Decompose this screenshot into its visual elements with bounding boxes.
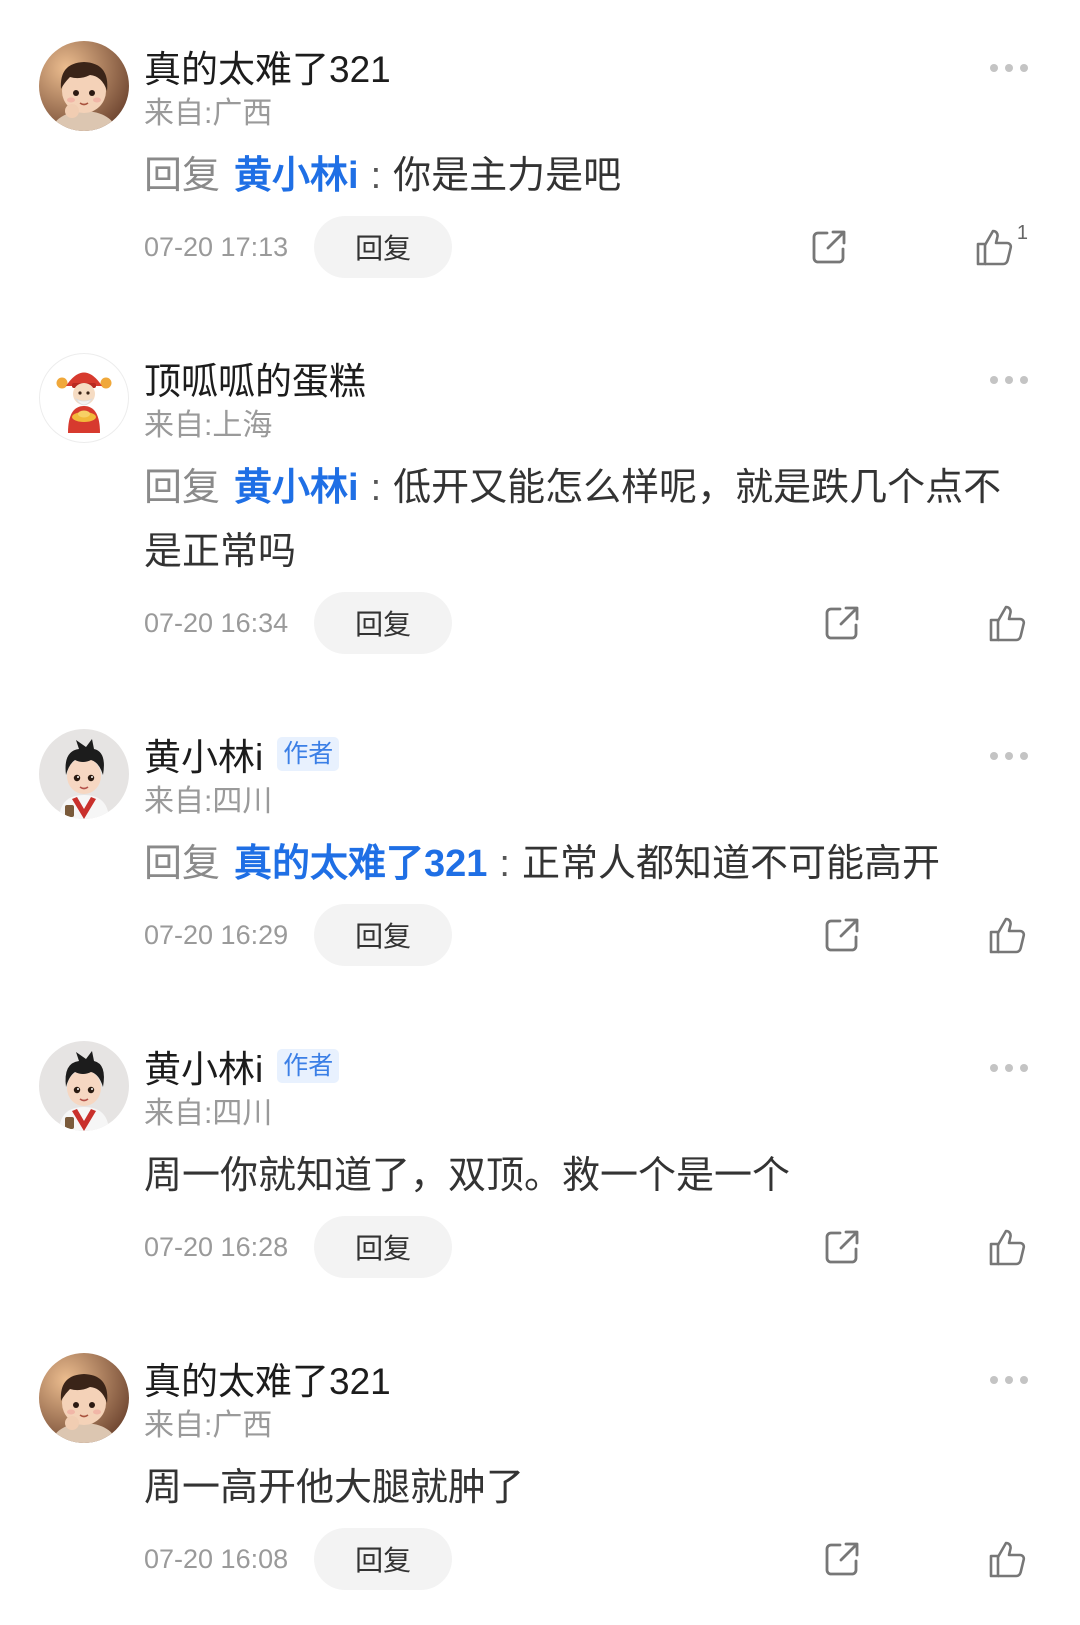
comment-footer: 07-20 17:13 回复 1 xyxy=(144,216,1028,278)
like-button[interactable] xyxy=(986,1538,1028,1580)
username[interactable]: 黄小林i xyxy=(144,1039,263,1093)
location-label: 来自:四川 xyxy=(144,785,273,818)
comment-item: 真的太难了321 来自:广西 周一高开他大腿就肿了 07-20 16:08 回复 xyxy=(0,1352,1080,1590)
like-button[interactable] xyxy=(986,914,1028,956)
location-label: 来自:四川 xyxy=(144,1097,273,1130)
avatar[interactable] xyxy=(39,1353,129,1443)
more-options-icon[interactable] xyxy=(988,374,1030,386)
share-icon xyxy=(812,230,846,264)
location-label: 来自:广西 xyxy=(144,1409,273,1442)
like-button[interactable]: 1 xyxy=(973,222,1028,268)
comment-list: 真的太难了321 来自:广西 回复 黄小林i: 你是主力是吧 07-20 17:13… xyxy=(0,0,1080,1590)
comment-body: 周一你就知道了，双顶。救一个是一个 xyxy=(144,1155,791,1197)
comment-text: 回复 黄小林i: 你是主力是吧 xyxy=(144,144,1028,208)
thumbs-up-icon xyxy=(976,229,1012,266)
comment-footer: 07-20 16:08 回复 xyxy=(144,1528,1028,1590)
share-button[interactable] xyxy=(822,1539,862,1579)
comment-footer: 07-20 16:34 回复 xyxy=(144,592,1028,654)
reply-button[interactable]: 回复 xyxy=(314,904,453,966)
more-options-icon[interactable] xyxy=(988,62,1030,74)
comment-body: 你是主力是吧 xyxy=(393,155,622,197)
avatar[interactable] xyxy=(39,41,129,131)
comment-item: 真的太难了321 来自:广西 回复 黄小林i: 你是主力是吧 07-20 17:13… xyxy=(0,40,1080,278)
comment-item: 顶呱呱的蛋糕 来自:上海 回复 黄小林i: 低开又能怎么样呢，就是跌几个点不是正常吗… xyxy=(0,352,1080,654)
avatar[interactable] xyxy=(39,353,129,443)
cartoon-boy-avatar-image xyxy=(39,41,129,131)
avatar[interactable] xyxy=(39,1041,129,1131)
share-icon xyxy=(825,918,859,952)
reply-button[interactable]: 回复 xyxy=(314,1528,453,1590)
reply-button[interactable]: 回复 xyxy=(314,1216,453,1278)
comment-text: 回复 黄小林i: 低开又能怎么样呢，就是跌几个点不是正常吗 xyxy=(144,456,1028,584)
location-label: 来自:广西 xyxy=(144,97,273,130)
share-button[interactable] xyxy=(822,603,862,643)
like-count: 1 xyxy=(1016,221,1028,244)
name-row: 真的太难了321 xyxy=(144,40,1028,92)
author-badge: 作者 xyxy=(277,737,340,771)
comment-item: 黄小林i 作者 来自:四川 回复 真的太难了321: 正常人都知道不可能高开 07-… xyxy=(0,728,1080,966)
name-row: 黄小林i 作者 xyxy=(144,1040,1028,1092)
reply-separator: : xyxy=(370,467,382,509)
comment-text: 周一你就知道了，双顶。救一个是一个 xyxy=(144,1144,1028,1208)
comment-time: 07-20 16:34 xyxy=(144,607,289,638)
comment-text: 周一高开他大腿就肿了 xyxy=(144,1456,1028,1520)
author-badge: 作者 xyxy=(277,1049,340,1083)
comment-time: 07-20 16:08 xyxy=(144,1543,289,1574)
comment-footer: 07-20 16:28 回复 xyxy=(144,1216,1028,1278)
more-options-icon[interactable] xyxy=(988,1374,1030,1386)
comment-body: 周一高开他大腿就肿了 xyxy=(144,1467,525,1509)
comment-time: 07-20 17:13 xyxy=(144,231,289,262)
comment-time: 07-20 16:29 xyxy=(144,919,289,950)
reply-button[interactable]: 回复 xyxy=(314,216,453,278)
mention-link[interactable]: 黄小林i xyxy=(234,467,359,509)
share-button[interactable] xyxy=(809,227,849,267)
mention-link[interactable]: 黄小林i xyxy=(234,155,359,197)
name-row: 顶呱呱的蛋糕 xyxy=(144,352,1028,404)
thumbs-up-icon xyxy=(989,1229,1026,1266)
comment-time: 07-20 16:28 xyxy=(144,1231,289,1262)
reply-separator: : xyxy=(499,843,510,885)
fortune-god-avatar-image xyxy=(39,353,129,443)
share-icon xyxy=(825,1230,859,1264)
thumbs-up-icon xyxy=(989,917,1026,954)
reply-button[interactable]: 回复 xyxy=(314,592,453,654)
reply-prefix: 回复 xyxy=(144,155,221,197)
comment-text: 回复 真的太难了321: 正常人都知道不可能高开 xyxy=(144,832,1028,896)
comment-footer: 07-20 16:29 回复 xyxy=(144,904,1028,966)
thumbs-up-icon xyxy=(989,1541,1026,1578)
comment-body: 正常人都知道不可能高开 xyxy=(521,843,940,885)
username[interactable]: 真的太难了321 xyxy=(144,1351,391,1405)
name-row: 黄小林i 作者 xyxy=(144,728,1028,780)
cartoon-boy-avatar-image xyxy=(39,1353,129,1443)
username[interactable]: 真的太难了321 xyxy=(144,39,391,93)
reply-prefix: 回复 xyxy=(144,843,221,885)
thumbs-up-icon xyxy=(989,605,1026,642)
cartoon-boy-avatar-image xyxy=(39,1041,129,1131)
username[interactable]: 顶呱呱的蛋糕 xyxy=(144,351,366,405)
like-button[interactable] xyxy=(986,1226,1028,1268)
more-options-icon[interactable] xyxy=(988,750,1030,762)
more-options-icon[interactable] xyxy=(988,1062,1030,1074)
share-icon xyxy=(825,606,859,640)
share-button[interactable] xyxy=(822,1227,862,1267)
share-button[interactable] xyxy=(822,915,862,955)
username[interactable]: 黄小林i xyxy=(144,727,263,781)
cartoon-boy-avatar-image xyxy=(39,729,129,819)
name-row: 真的太难了321 xyxy=(144,1352,1028,1404)
mention-link[interactable]: 真的太难了321 xyxy=(234,843,487,885)
avatar[interactable] xyxy=(39,729,129,819)
share-icon xyxy=(825,1542,859,1576)
location-label: 来自:上海 xyxy=(144,409,273,442)
reply-prefix: 回复 xyxy=(144,467,221,509)
reply-separator: : xyxy=(370,155,382,197)
comment-item: 黄小林i 作者 来自:四川 周一你就知道了，双顶。救一个是一个 07-20 16… xyxy=(0,1040,1080,1278)
like-button[interactable] xyxy=(986,602,1028,644)
